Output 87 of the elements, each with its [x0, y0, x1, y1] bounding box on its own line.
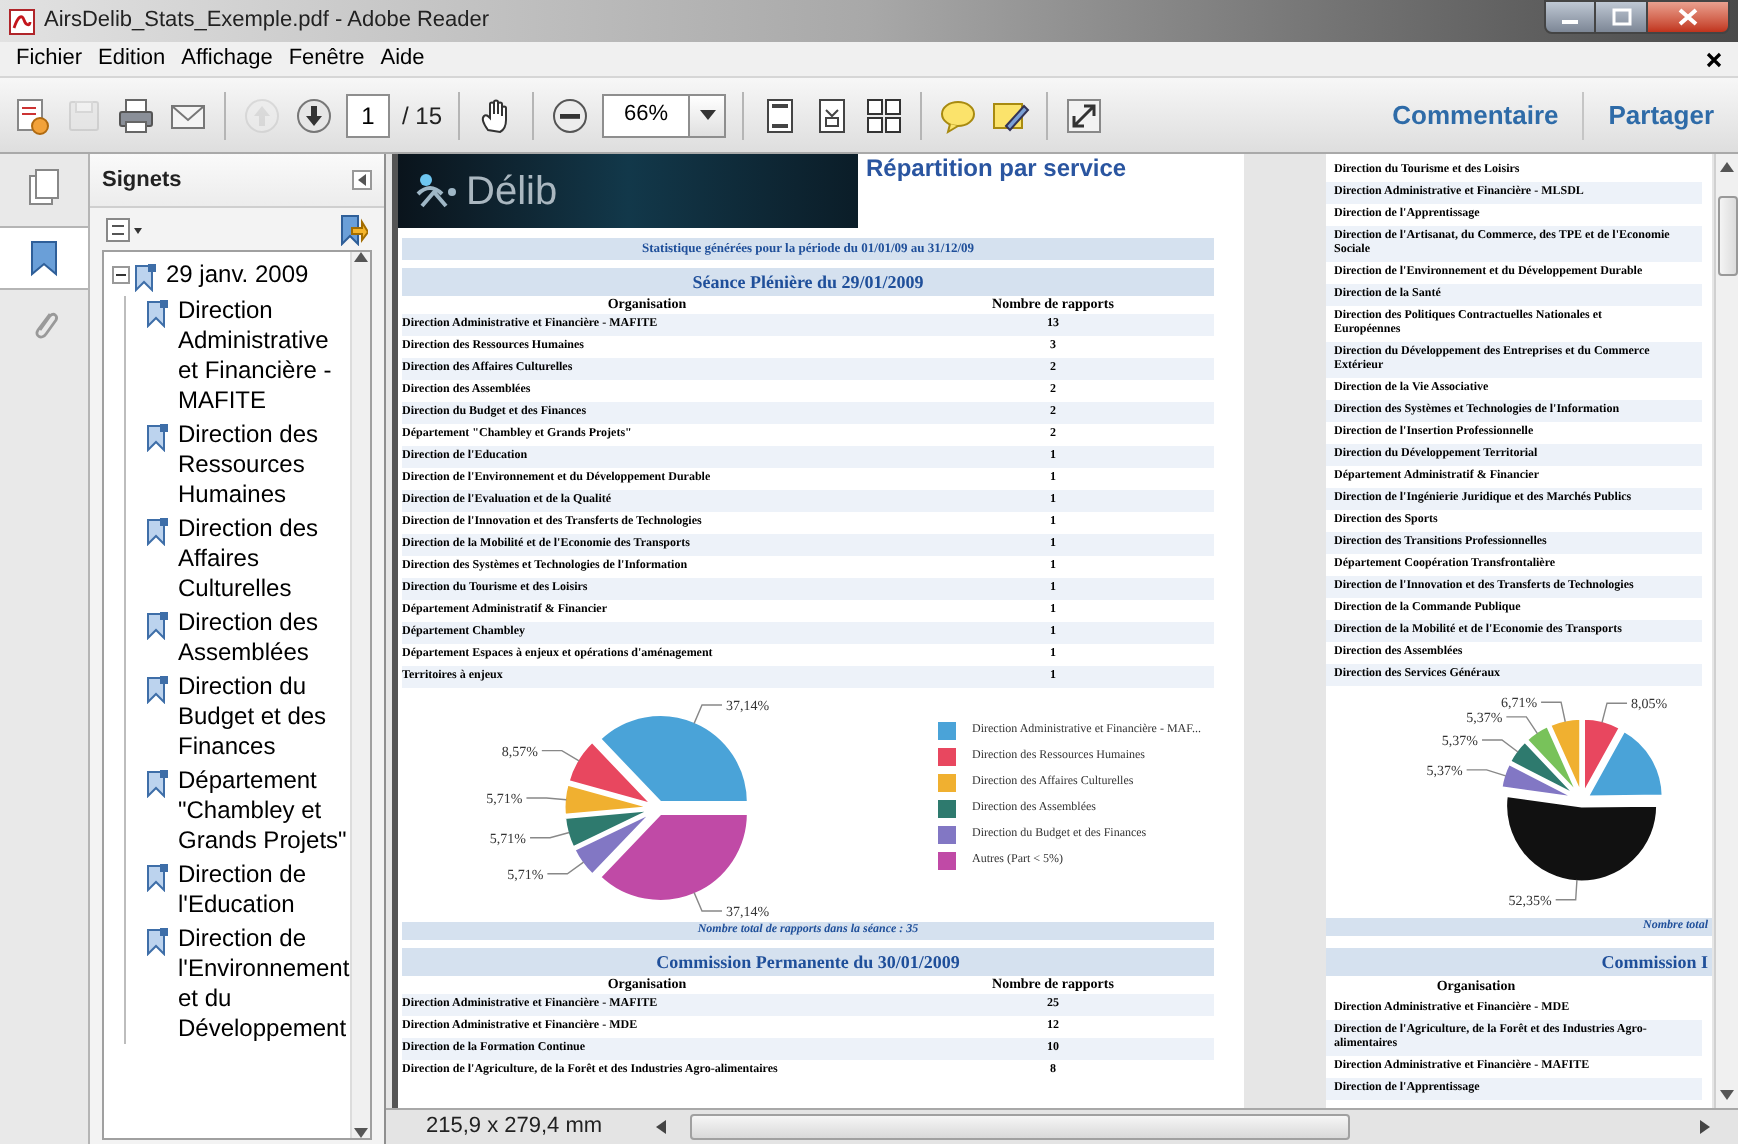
bookmark-item[interactable]: Direction Administrative et Financière - MAFITE [178, 296, 350, 416]
down-arrow-icon[interactable] [354, 1128, 368, 1138]
pdf-file-icon [8, 7, 36, 35]
legend-swatch [938, 773, 956, 791]
bookmark-item[interactable]: 29 janv. 2009 [166, 260, 309, 290]
leader-line [1481, 739, 1519, 753]
legend-swatch [938, 799, 956, 817]
page-count: / 15 [402, 99, 443, 133]
bookmark-icon [146, 926, 170, 956]
bookmark-item[interactable]: Direction des Ressources Humaines [178, 420, 350, 510]
legend-swatch [938, 825, 956, 843]
bookmark-icon [146, 674, 170, 704]
bookmark-icon [134, 262, 158, 292]
menu-item[interactable]: Edition [90, 42, 174, 76]
bookmark-icon [146, 516, 170, 546]
pages-icon[interactable] [26, 168, 62, 208]
leader-line [529, 831, 571, 839]
scrollbar[interactable] [1714, 154, 1738, 1108]
logo-text: Délib [466, 171, 558, 211]
caret-icon [699, 110, 716, 120]
page-number-field[interactable]: 1 [346, 93, 390, 137]
menu-item[interactable]: Affichage [173, 42, 281, 76]
dropdown-button[interactable] [690, 93, 727, 137]
leader-line [693, 704, 723, 725]
menu-item[interactable]: Aide [372, 42, 433, 76]
bookmark-icon[interactable] [28, 238, 60, 278]
bookmark-item[interactable]: Direction de l'Education [178, 860, 350, 920]
scrollbar-thumb[interactable] [1717, 196, 1737, 276]
section-title: Séance Plénière du 29/01/2009 [402, 268, 1214, 296]
leader-line [525, 797, 568, 801]
create-pdf-icon[interactable] [12, 95, 52, 135]
bookmark-icon [146, 422, 170, 452]
right-arrow-icon[interactable] [1700, 1120, 1710, 1134]
bookmark-icon [146, 298, 170, 328]
menu-item[interactable]: Fenêtre [280, 42, 373, 76]
down-arrow-icon[interactable] [1720, 1090, 1734, 1100]
page-heading: Répartition par service [864, 154, 1127, 186]
up-arrow-icon[interactable] [1720, 162, 1734, 172]
logo-icon [414, 169, 462, 213]
section-title: Commission Permanente du 30/01/2009 [402, 948, 1214, 976]
close-icon [1678, 8, 1698, 26]
window-title: AirsDelib_Stats_Exemple.pdf - Adobe Reader [44, 6, 490, 37]
printer-icon[interactable] [116, 95, 156, 135]
leader-line [541, 749, 580, 762]
leader-line [693, 891, 723, 912]
toolbar-link[interactable]: Partager [1596, 95, 1726, 135]
bookmark-item[interactable]: Direction des Affaires Culturelles [178, 514, 350, 604]
legend-swatch [938, 851, 956, 869]
maximize-icon [1611, 8, 1631, 26]
up-arrow-icon[interactable] [354, 252, 368, 262]
leader-line [1540, 701, 1566, 723]
menu-item[interactable]: Fichier [8, 42, 91, 76]
bookmark-icon [146, 768, 170, 798]
page-size: 215,9 x 279,4 mm [424, 1112, 605, 1143]
left-arrow-icon[interactable] [656, 1120, 666, 1134]
collapse-icon[interactable] [112, 266, 130, 284]
leader-line [1601, 702, 1628, 724]
speech-bubble-icon[interactable] [938, 95, 979, 135]
options-icon[interactable] [106, 217, 142, 241]
scrollbar-thumb[interactable] [690, 1114, 1350, 1140]
leader-line [1555, 879, 1578, 901]
legend-swatch [938, 747, 956, 765]
grid-icon[interactable] [864, 95, 905, 135]
close-icon[interactable] [1706, 51, 1722, 67]
collapse-button[interactable] [352, 170, 372, 190]
leader-line [1505, 716, 1539, 735]
leader-line [1465, 769, 1507, 777]
expand-icon[interactable] [1064, 95, 1105, 135]
bookmark-item[interactable]: Direction des Assemblées [178, 608, 350, 668]
bookmark-item[interactable]: Direction du Budget et des Finances [178, 672, 350, 762]
legend-swatch [938, 721, 956, 739]
bookmark-item[interactable]: Département "Chambley et Grands Projets" [178, 766, 350, 856]
close-button[interactable] [1646, 0, 1730, 34]
panel-title: Signets [102, 165, 182, 196]
scrollbar[interactable] [350, 252, 370, 1138]
section-title: Commission I [1326, 948, 1712, 976]
zoom-field[interactable]: 66% [602, 93, 691, 137]
maximize-button[interactable] [1596, 0, 1646, 34]
bookmark-icon [146, 610, 170, 640]
new-bookmark-icon[interactable] [336, 213, 368, 245]
zoom-out-icon[interactable] [550, 95, 591, 135]
minimize-button[interactable] [1544, 0, 1596, 34]
toolbar-link[interactable]: Commentaire [1380, 95, 1571, 135]
bookmark-item[interactable]: Direction de l'Environnement et du Développement [178, 924, 350, 1044]
bookmark-icon [146, 862, 170, 892]
left-arrow-icon [356, 174, 368, 186]
leader-line [546, 861, 585, 875]
